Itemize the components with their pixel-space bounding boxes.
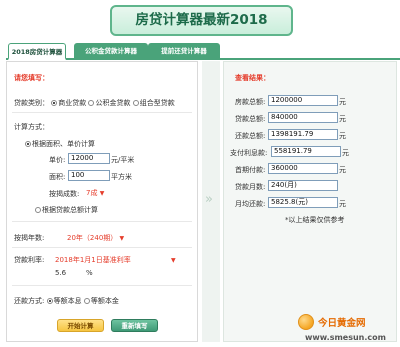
separator	[12, 112, 192, 113]
watermark-url: www.smesun.com	[305, 333, 386, 342]
rate-number[interactable]: 5.6	[55, 269, 66, 277]
loan-type-row: 贷款类别： 商业贷款 公积金贷款 组合型贷款	[14, 98, 175, 108]
dropdown-arrow-icon: ▼	[170, 257, 176, 264]
option-equal-principal: 等额本金	[90, 297, 119, 305]
result-unit: 元	[339, 200, 346, 208]
calc-by-area-row: 根据面积、单价计算	[25, 139, 95, 149]
radio-equal-principal[interactable]	[83, 298, 90, 304]
area-label: 面积:	[49, 173, 66, 181]
result-label: 房款总额:	[235, 98, 266, 106]
result-unit: 元	[339, 166, 346, 174]
radio-commercial-loan[interactable]	[51, 100, 58, 106]
years-select[interactable]: 20年（240期） ▼	[67, 233, 124, 243]
loan-type-label: 贷款类别：	[14, 99, 49, 107]
results-note: *以上结果仅供参考	[285, 216, 345, 224]
unit-price-label: 单价:	[49, 156, 66, 164]
gold-coin-logo-icon	[298, 314, 314, 330]
result-unit: 元	[339, 115, 346, 123]
radio-calc-by-area[interactable]	[25, 141, 31, 147]
page-title: 房贷计算器最新2018	[110, 5, 293, 36]
years-label: 按揭年数:	[14, 234, 45, 242]
form-heading: 请您填写：	[14, 74, 49, 82]
unit-price-unit: 元/平米	[111, 156, 135, 164]
result-label: 支付利息款:	[230, 149, 268, 157]
watermark-name: 今日黄金网	[318, 318, 366, 329]
result-label: 月均还款:	[235, 200, 266, 208]
calc-method-label: 计算方式：	[14, 123, 49, 131]
ratio-value: 7成	[86, 189, 98, 197]
separator	[12, 221, 192, 222]
option-equal-installment: 等额本息	[53, 297, 82, 305]
results-heading: 查看结果：	[235, 74, 270, 82]
result-value: 5825.8(元)	[268, 197, 338, 208]
ratio-select[interactable]: 7成 ▼	[86, 188, 104, 198]
rate-unit: %	[86, 269, 93, 277]
radio-equal-installment[interactable]	[46, 298, 53, 304]
result-label: 贷款月数:	[235, 183, 266, 191]
dropdown-arrow-icon: ▼	[99, 190, 105, 197]
result-value: 840000	[268, 112, 338, 123]
result-unit: 元	[339, 98, 346, 106]
result-value: 1398191.79	[268, 129, 338, 140]
radio-calc-by-total[interactable]	[35, 207, 41, 213]
rate-value: 2018年1月1日基准利率	[55, 256, 131, 264]
calculate-button[interactable]: 开始计算	[57, 319, 104, 332]
result-value: 1200000	[268, 95, 338, 106]
result-unit: 元	[342, 149, 349, 157]
tab-provident-fund-calculator[interactable]: 公积金贷款计算器	[74, 43, 148, 60]
separator	[12, 285, 192, 286]
ratio-label: 按揭成数:	[49, 190, 80, 198]
result-label: 首期付款:	[235, 166, 266, 174]
unit-price-input[interactable]: 12000	[68, 153, 110, 164]
rate-select[interactable]: 2018年1月1日基准利率 ▼	[55, 255, 176, 265]
option-provident-fund-loan: 公积金贷款	[95, 99, 131, 107]
result-unit: 元	[339, 132, 346, 140]
years-value: 20年（240期）	[67, 234, 118, 242]
repay-label: 还款方式:	[14, 297, 45, 305]
dropdown-arrow-icon: ▼	[119, 235, 125, 242]
result-value: 240(月)	[268, 180, 338, 191]
option-calc-by-total: 根据贷款总额计算	[42, 206, 98, 214]
option-commercial-loan: 商业贷款	[58, 99, 87, 107]
radio-combined-loan[interactable]	[132, 100, 139, 106]
tab-prepayment-calculator[interactable]: 提前还贷计算器	[148, 43, 220, 60]
reset-button[interactable]: 重新填写	[111, 319, 158, 332]
option-combined-loan: 组合型贷款	[139, 99, 175, 107]
separator	[12, 247, 192, 248]
calc-by-total-row: 根据贷款总额计算	[35, 205, 98, 215]
result-label: 贷款总额:	[235, 115, 266, 123]
result-value: 558191.79	[271, 146, 341, 157]
option-calc-by-area: 根据面积、单价计算	[32, 140, 95, 148]
chevron-right-icon: »	[205, 192, 213, 207]
rate-label: 贷款利率:	[14, 256, 45, 264]
tab-mortgage-calculator[interactable]: 2018房贷计算器	[8, 43, 66, 60]
radio-provident-fund-loan[interactable]	[88, 100, 95, 106]
area-unit: 平方米	[111, 173, 132, 181]
repay-row: 还款方式: 等额本息 等额本金	[14, 296, 119, 306]
area-input[interactable]: 100	[68, 170, 110, 181]
result-value: 360000	[268, 163, 338, 174]
result-label: 还款总额:	[235, 132, 266, 140]
